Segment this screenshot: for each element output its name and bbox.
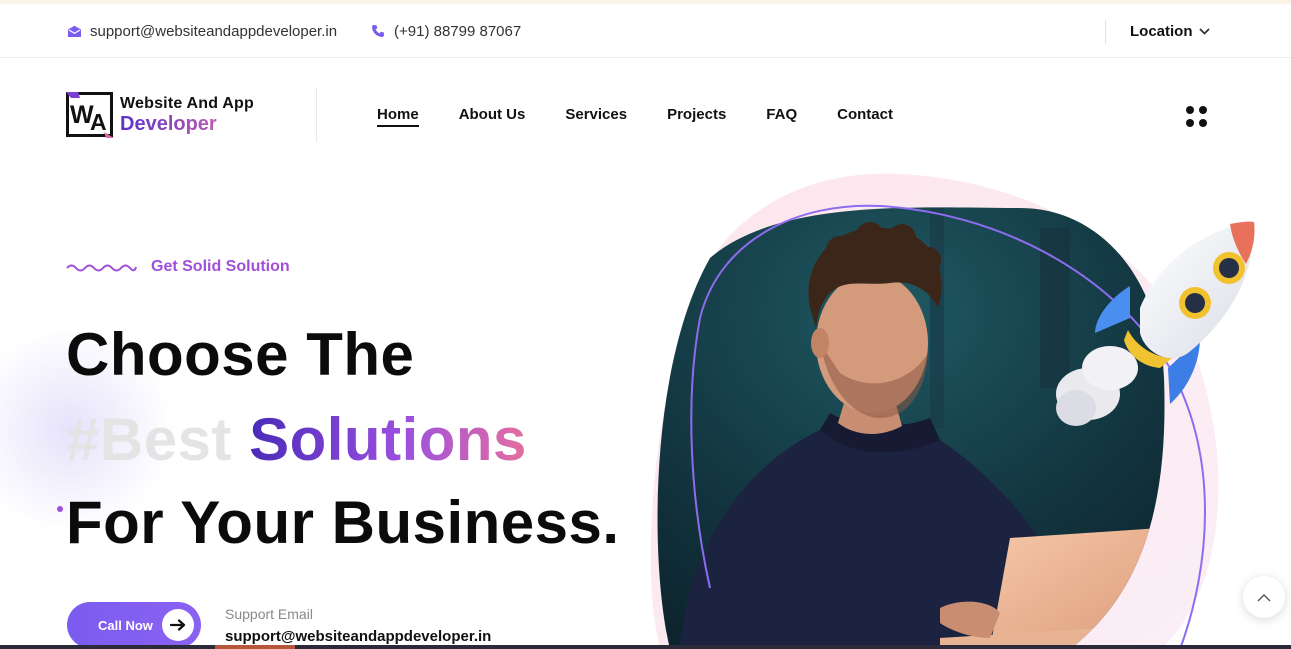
svg-text:A: A [90,109,107,135]
topbar-phone[interactable]: (+91) 88799 87067 [370,4,521,58]
bottom-edge-strip [0,645,1291,649]
hero-headline-gradient: Solutions [249,406,527,473]
hero-illustration [650,173,1255,649]
site-logo[interactable]: W A Website And App Developer [66,92,254,138]
logo-mark-icon: W A [66,92,114,138]
chevron-up-icon [1257,593,1271,601]
grid-dots-icon[interactable] [1186,106,1208,128]
phone-icon [370,23,386,39]
nav-faq[interactable]: FAQ [766,106,797,127]
topbar: support@websiteandappdeveloper.in (+91) … [0,4,1291,58]
scroll-to-top-button[interactable] [1243,576,1285,618]
hero-headline-line3: For Your Business. [66,489,620,556]
hero-eyebrow: Get Solid Solution [66,258,290,276]
topbar-divider [1105,20,1106,44]
topbar-email[interactable]: support@websiteandappdeveloper.in [66,4,337,58]
call-now-button[interactable]: Call Now [67,602,201,648]
nav-home[interactable]: Home [377,106,419,127]
main-nav: Home About Us Services Projects FAQ Cont… [377,106,893,127]
arrow-right-icon [162,609,194,641]
hero-headline-line2: #Best Solutions [66,410,527,470]
chevron-down-icon [1198,27,1210,35]
location-dropdown[interactable]: Location [1130,4,1210,58]
location-label: Location [1130,22,1193,40]
topbar-email-text: support@websiteandappdeveloper.in [90,22,338,40]
wave-line-icon [66,264,137,272]
support-email-label: Support Email [225,606,313,622]
nav-services[interactable]: Services [565,106,627,127]
man-with-laptop-photo [657,207,1165,649]
topbar-phone-text: (+91) 88799 87067 [394,22,522,40]
logo-text-line1: Website And App [120,95,254,112]
decorative-dot [57,506,63,512]
support-email-value[interactable]: support@websiteandappdeveloper.in [225,628,491,645]
header-divider [316,88,317,142]
call-now-label: Call Now [98,617,153,633]
hero-headline-muted: #Best [66,406,232,473]
site-header: W A Website And App Developer Home About… [0,58,1291,173]
nav-contact[interactable]: Contact [837,106,893,127]
hero-headline-line1: Choose The [66,321,415,388]
eyebrow-label: Get Solid Solution [151,258,290,275]
nav-about-us[interactable]: About Us [459,106,526,127]
logo-text-line2: Developer [120,114,254,134]
nav-projects[interactable]: Projects [667,106,726,127]
envelope-icon [66,23,82,39]
